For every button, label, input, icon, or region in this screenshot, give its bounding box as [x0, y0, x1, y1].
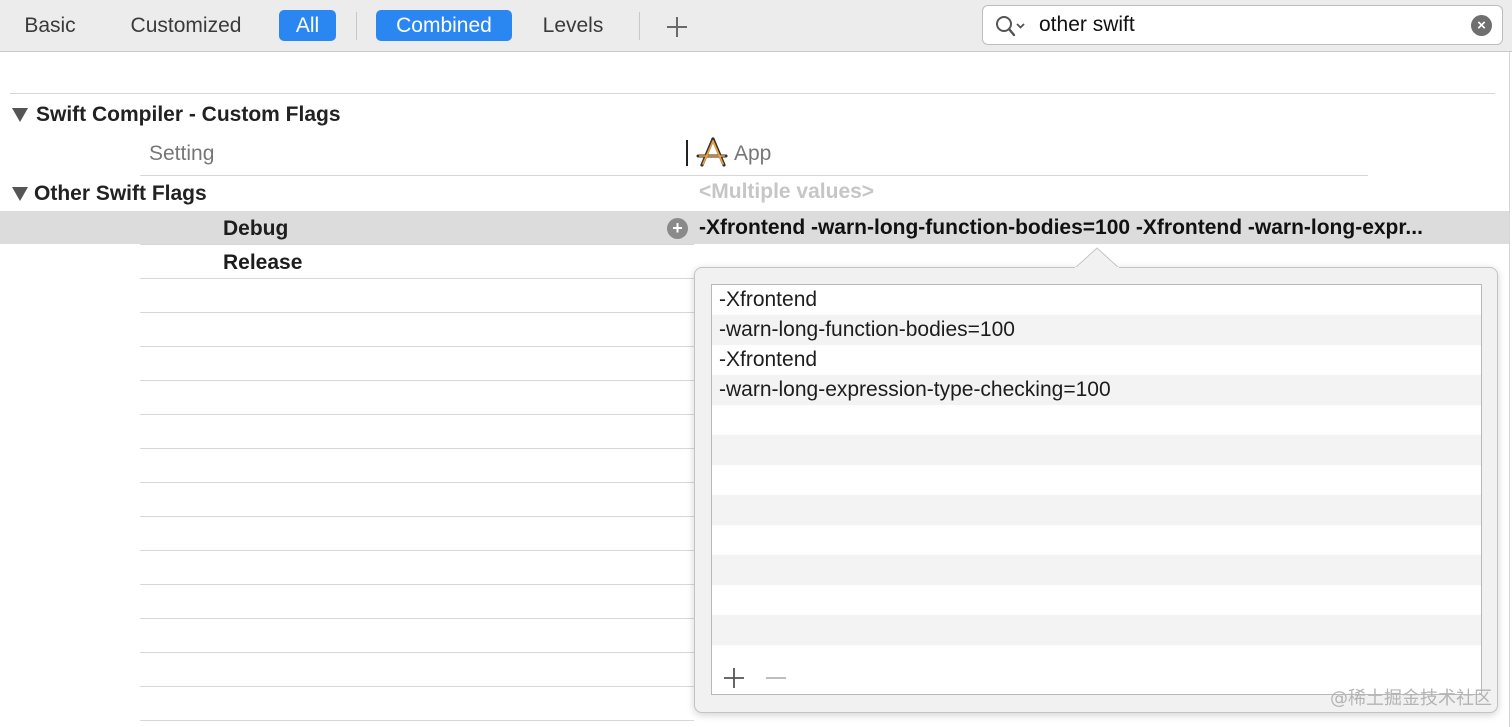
toolbar-divider — [356, 12, 357, 40]
table-row — [140, 516, 694, 517]
list-item-empty[interactable] — [712, 405, 1481, 435]
tab-levels[interactable]: Levels — [532, 10, 614, 41]
row-label-debug: Debug — [223, 217, 289, 240]
list-item-empty[interactable] — [712, 555, 1481, 585]
table-row — [140, 414, 694, 415]
flag-list[interactable]: -Xfrontend -warn-long-function-bodies=10… — [711, 284, 1482, 695]
list-item[interactable]: -Xfrontend — [712, 285, 1481, 315]
table-row — [140, 618, 694, 619]
list-item-empty[interactable] — [712, 585, 1481, 615]
table-row — [140, 686, 694, 687]
tab-basic[interactable]: Basic — [14, 10, 86, 41]
popover-arrow — [1075, 247, 1119, 269]
list-item-empty[interactable] — [712, 465, 1481, 495]
plus-icon[interactable] — [722, 666, 746, 690]
table-row — [140, 346, 694, 347]
search-input[interactable]: other swift — [1039, 6, 1135, 44]
list-item-empty[interactable] — [712, 615, 1481, 645]
row-value-debug[interactable]: -Xfrontend -warn-long-function-bodies=10… — [699, 211, 1499, 244]
table-row — [140, 278, 694, 279]
tab-combined[interactable]: Combined — [376, 10, 512, 41]
app-target-icon — [696, 137, 728, 167]
list-item-empty[interactable] — [712, 495, 1481, 525]
column-divider — [686, 140, 688, 166]
column-header-target[interactable]: App — [734, 142, 771, 166]
list-item-empty[interactable] — [712, 435, 1481, 465]
setting-value[interactable]: <Multiple values> — [699, 180, 874, 204]
minus-icon[interactable] — [764, 666, 788, 690]
disclosure-triangle-icon[interactable] — [12, 187, 28, 201]
disclosure-triangle-icon[interactable] — [12, 108, 28, 122]
setting-name[interactable]: Other Swift Flags — [34, 182, 207, 206]
value-editor-popover: -Xfrontend -warn-long-function-bodies=10… — [694, 267, 1498, 713]
search-field[interactable]: other swift × — [982, 5, 1503, 45]
tab-all[interactable]: All — [279, 10, 336, 41]
search-icon[interactable] — [995, 15, 1027, 37]
build-settings-window: Basic Customized All Combined Levels oth… — [0, 0, 1512, 727]
add-condition-icon[interactable]: + — [667, 218, 688, 239]
scrollbar-track — [1509, 52, 1510, 727]
plus-icon — [667, 17, 687, 37]
table-row — [140, 652, 694, 653]
table-row — [140, 482, 694, 483]
divider — [140, 175, 1368, 176]
toolbar: Basic Customized All Combined Levels oth… — [0, 0, 1512, 52]
divider — [10, 93, 1495, 94]
add-setting-button[interactable] — [664, 14, 690, 40]
list-item[interactable]: -warn-long-expression-type-checking=100 — [712, 375, 1481, 405]
table-row — [140, 380, 694, 381]
table-row — [140, 312, 694, 313]
column-header-setting: Setting — [149, 142, 215, 165]
tab-customized[interactable]: Customized — [118, 10, 254, 41]
table-row — [140, 550, 694, 551]
table-row — [140, 584, 694, 585]
divider — [140, 244, 694, 245]
toolbar-divider — [639, 12, 640, 40]
table-row — [140, 448, 694, 449]
table-row — [140, 720, 694, 721]
row-label-release[interactable]: Release — [223, 251, 302, 275]
list-item[interactable]: -warn-long-function-bodies=100 — [712, 315, 1481, 345]
list-item[interactable]: -Xfrontend — [712, 345, 1481, 375]
section-title: Swift Compiler - Custom Flags — [36, 103, 341, 126]
watermark: @稀土掘金技术社区 — [1330, 688, 1492, 709]
list-item-empty[interactable] — [712, 525, 1481, 555]
clear-icon[interactable]: × — [1471, 15, 1492, 36]
